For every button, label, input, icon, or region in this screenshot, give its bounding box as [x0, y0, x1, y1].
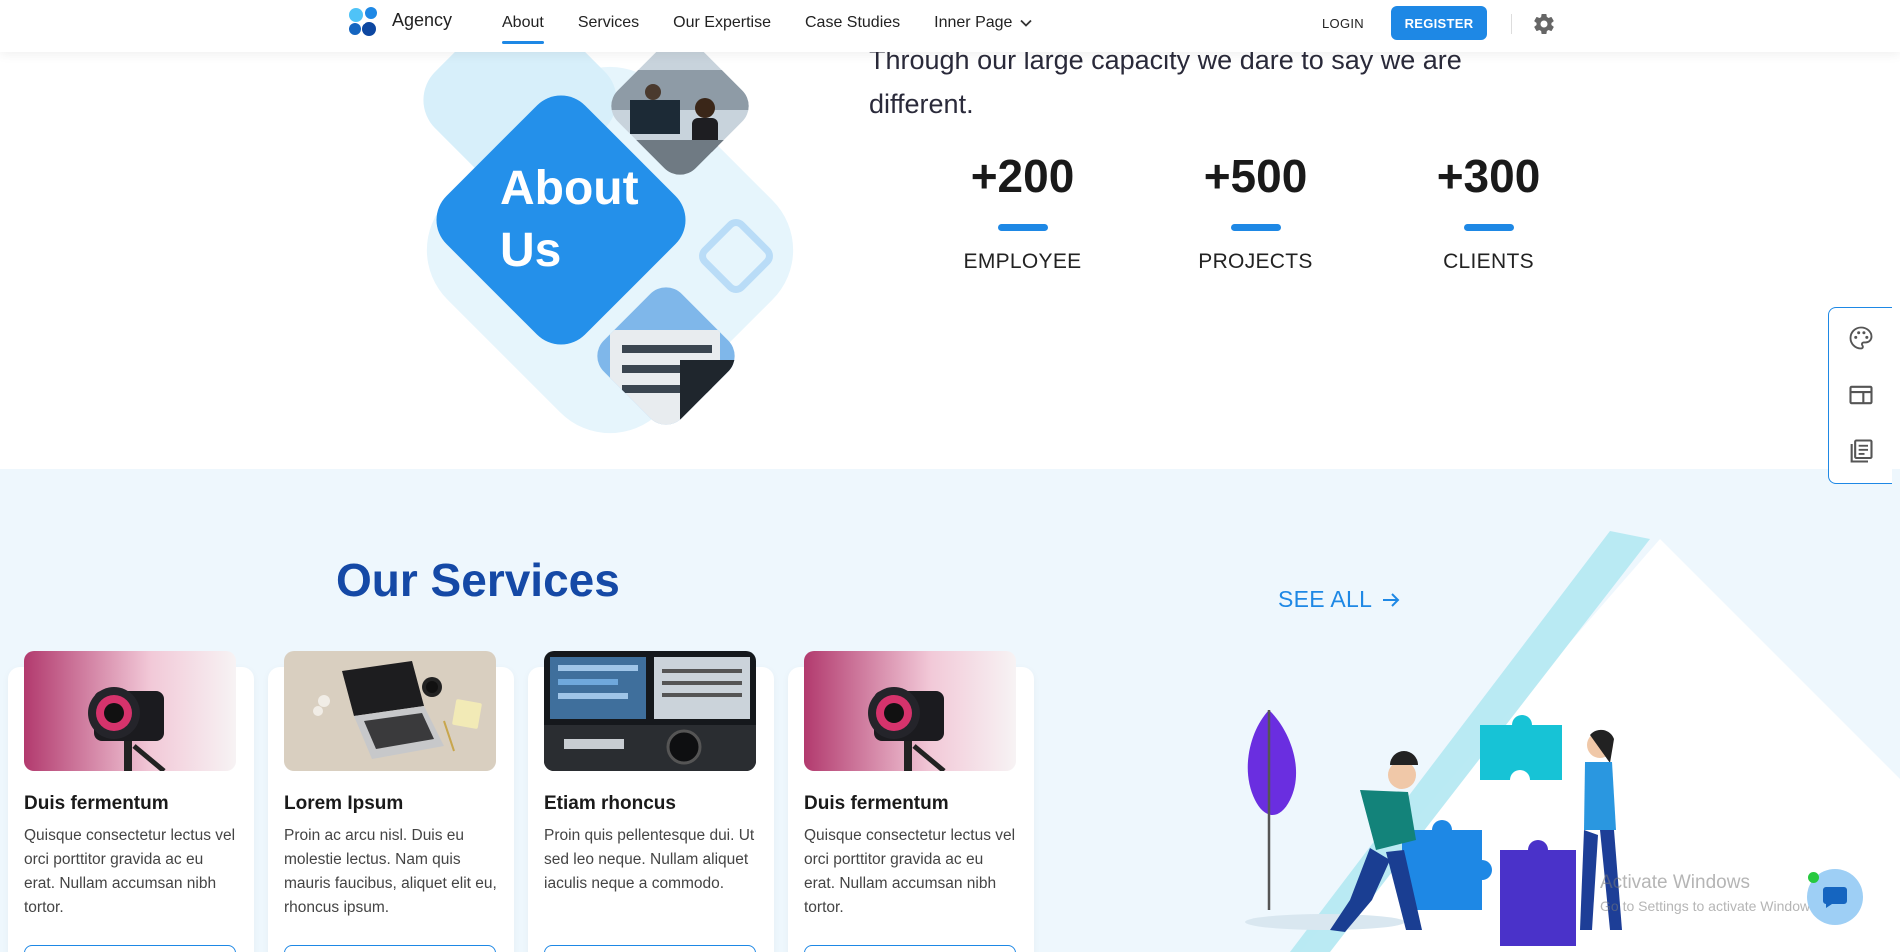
camera-image [804, 651, 1016, 771]
main-nav: About Services Our Expertise Case Studie… [502, 14, 1066, 44]
nav-about[interactable]: About [502, 14, 544, 44]
chat-icon [1823, 887, 1847, 908]
card-button[interactable] [24, 945, 236, 952]
about-badge-line2: Us [500, 224, 562, 277]
audio-mixer-image [544, 651, 756, 771]
camera-image [24, 651, 236, 771]
card-title: Etiam rhoncus [544, 793, 676, 814]
card-button[interactable] [804, 945, 1016, 952]
stat-clients: +300 CLIENTS [1372, 148, 1605, 274]
card-description: Proin ac arcu nisl. Duis eu molestie lec… [284, 827, 497, 916]
card-button[interactable] [284, 945, 496, 952]
about-heading-line2: different. [869, 89, 974, 119]
library-icon[interactable] [1847, 437, 1875, 465]
card-title: Duis fermentum [24, 793, 169, 814]
brand-logo[interactable]: Agency [344, 4, 452, 40]
online-status-dot [1808, 872, 1819, 883]
nav-case-studies-label: Case Studies [804, 14, 901, 31]
services-title: Our Services [336, 554, 620, 606]
stats-row: +200 EMPLOYEE +500 PROJECTS +300 CLIENTS [906, 148, 1605, 274]
nav-our-expertise-label: Our Expertise [673, 14, 771, 31]
logo-icon [349, 7, 377, 36]
watermark-line1: Activate Windows [1600, 872, 1750, 893]
nav-inner-page[interactable]: Inner Page [934, 14, 1033, 32]
service-card[interactable]: Etiam rhoncus Proin quis pellentesque du… [528, 651, 774, 952]
header-divider [1511, 14, 1512, 34]
laptop-image [284, 651, 496, 771]
nav-services-label: Services [577, 14, 640, 31]
service-card[interactable]: Lorem Ipsum Proin ac arcu nisl. Duis eu … [268, 651, 514, 952]
service-card[interactable]: Duis fermentum Quisque consectetur lectu… [8, 651, 254, 952]
side-tool-panel [1828, 307, 1892, 484]
stat-value: +200 [970, 150, 1075, 202]
service-card[interactable]: Duis fermentum Quisque consectetur lectu… [788, 651, 1034, 952]
nav-our-expertise[interactable]: Our Expertise [673, 14, 771, 32]
nav-case-studies[interactable]: Case Studies [805, 14, 900, 32]
stat-value: +300 [1436, 150, 1541, 202]
about-badge-line1: About [500, 162, 639, 215]
stat-label: PROJECTS [1198, 250, 1313, 273]
watermark-line2: Go to Settings to activate Windows. [1600, 898, 1821, 914]
stat-value: +500 [1203, 150, 1308, 202]
palette-icon[interactable] [1847, 324, 1875, 352]
card-description: Quisque consectetur lectus vel orci port… [804, 827, 1016, 916]
stat-label: CLIENTS [1443, 250, 1534, 273]
stat-divider [1230, 224, 1281, 231]
top-navbar: Agency About Services Our Expertise Case… [0, 0, 1900, 52]
about-illustration: About Us [360, 3, 830, 440]
card-description: Quisque consectetur lectus vel orci port… [24, 827, 236, 916]
about-badge-title: About Us [500, 158, 639, 282]
register-button[interactable]: REGISTER [1391, 6, 1487, 40]
windows-activation-watermark: Activate Windows Go to Settings to activ… [1600, 872, 1821, 914]
stat-divider [1463, 224, 1514, 231]
chevron-down-icon [1020, 19, 1033, 27]
stat-label: EMPLOYEE [963, 250, 1082, 273]
login-link[interactable]: LOGIN [1322, 16, 1364, 31]
card-button[interactable] [544, 945, 756, 952]
stat-projects: +500 PROJECTS [1139, 148, 1372, 274]
nav-inner-page-label: Inner Page [934, 14, 1013, 31]
layout-icon[interactable] [1847, 381, 1875, 409]
brand-name: Agency [392, 9, 453, 30]
stat-employee: +200 EMPLOYEE [906, 148, 1139, 274]
card-title: Lorem Ipsum [284, 793, 404, 814]
stat-divider [997, 224, 1048, 231]
nav-about-label: About [502, 14, 544, 31]
card-description: Proin quis pellentesque dui. Ut sed leo … [544, 827, 755, 892]
card-title: Duis fermentum [804, 793, 949, 814]
gear-icon[interactable] [1532, 12, 1556, 36]
nav-services[interactable]: Services [578, 14, 639, 32]
